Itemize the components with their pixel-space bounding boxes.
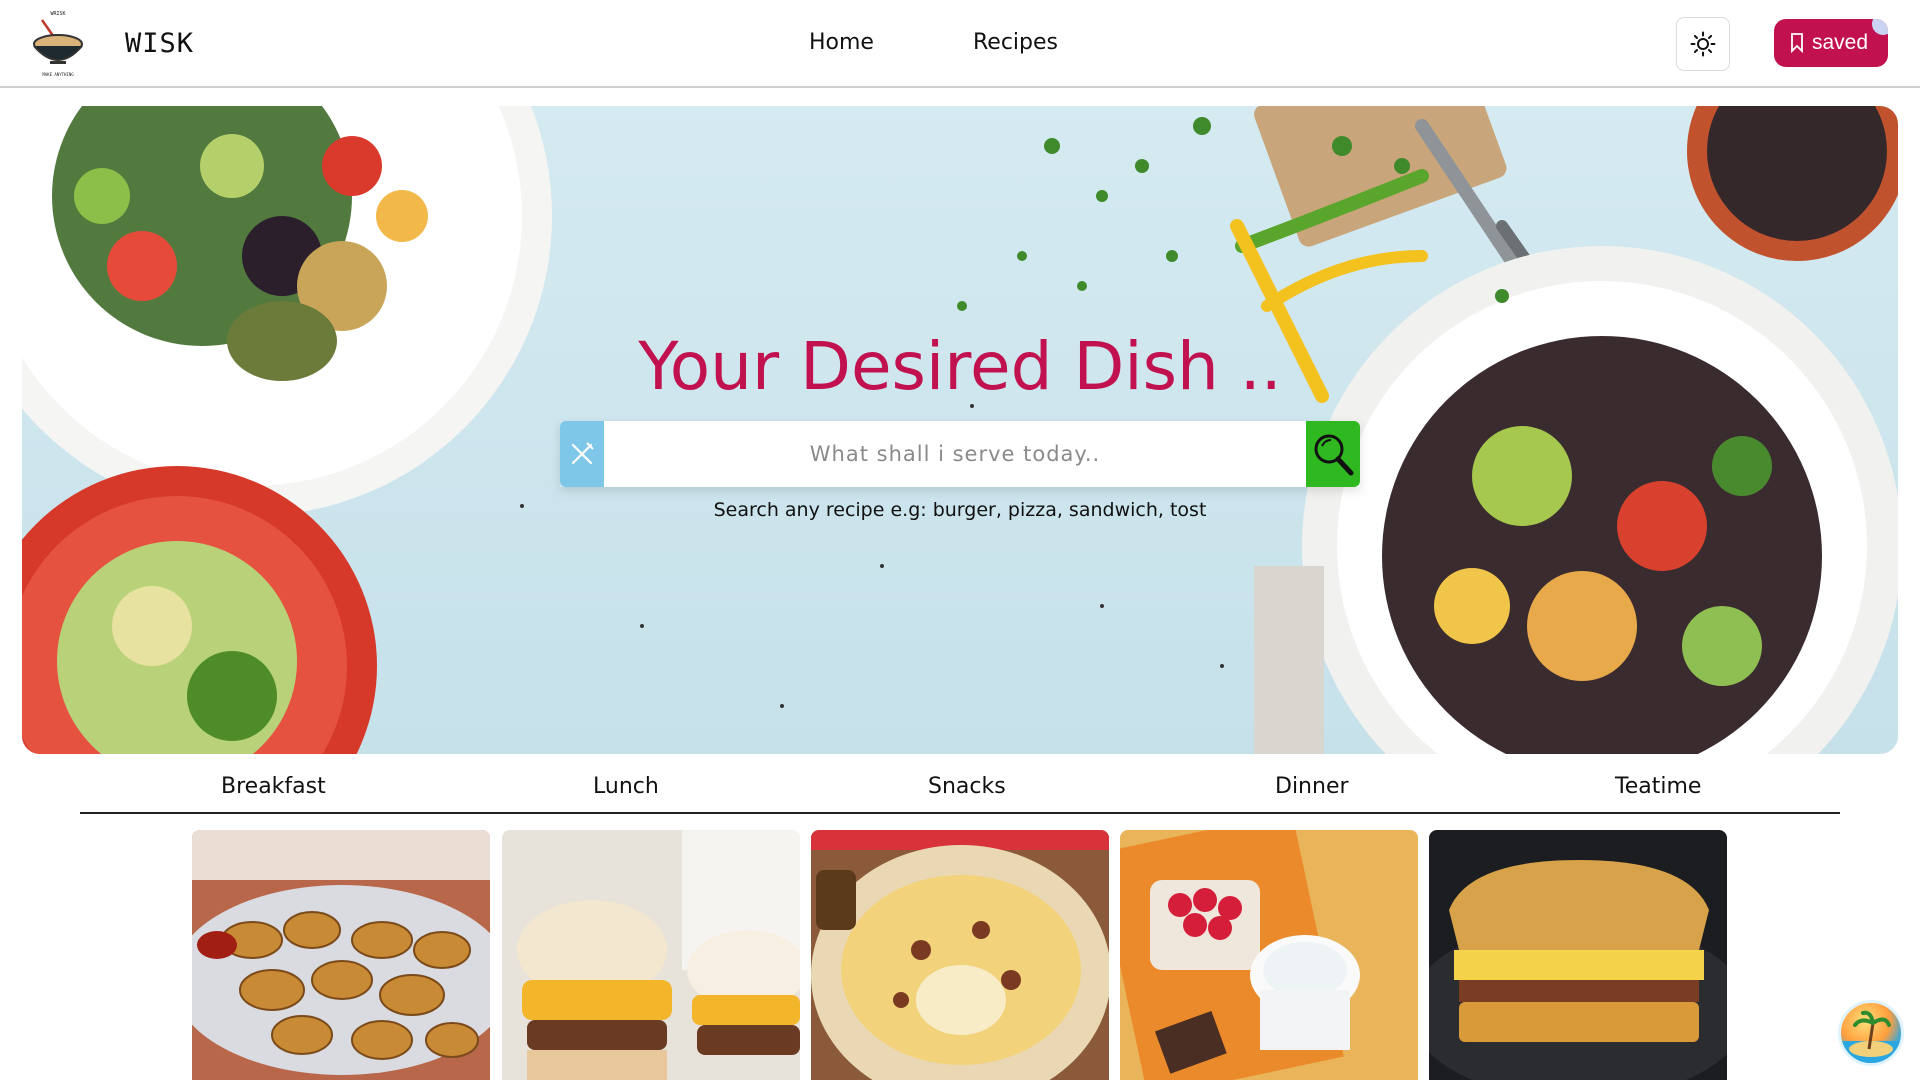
tab-snacks[interactable]: Snacks — [928, 774, 1006, 799]
beach-icon — [1841, 1010, 1901, 1063]
saved-label: saved — [1812, 31, 1869, 54]
recipe-card[interactable] — [192, 830, 490, 1080]
recipe-card[interactable] — [1120, 830, 1418, 1080]
tab-teatime[interactable]: Teatime — [1615, 774, 1701, 799]
hero-banner: Your Desired Dish .. Search any recipe e… — [22, 106, 1898, 754]
recipe-image-grilled-sandwich — [1429, 830, 1727, 1080]
tab-dinner[interactable]: Dinner — [1275, 774, 1349, 799]
hero-title: Your Desired Dish .. — [638, 328, 1282, 405]
search-left-tab — [560, 421, 604, 487]
recipe-search-bar — [560, 421, 1360, 487]
assistant-widget-button[interactable] — [1838, 1000, 1904, 1066]
logo-top-text: WRISK — [50, 11, 65, 17]
recipe-card[interactable] — [502, 830, 800, 1080]
sun-icon — [1690, 31, 1716, 57]
recipe-image-breakfast-sliders — [502, 830, 800, 1080]
nav-recipes-link[interactable]: Recipes — [973, 30, 1058, 55]
logo-bottom-text: MAKE ANYTHING — [42, 72, 74, 77]
nav-home-link[interactable]: Home — [809, 30, 874, 55]
saved-button[interactable]: saved — [1774, 19, 1888, 67]
search-button[interactable] — [1306, 421, 1360, 487]
recipe-image-croissant-rolls — [192, 830, 490, 1080]
theme-toggle-button[interactable] — [1676, 17, 1730, 71]
search-icon — [1314, 434, 1354, 476]
search-input[interactable] — [604, 421, 1306, 487]
brand-name[interactable]: WISK — [125, 28, 194, 59]
category-tabs: Breakfast Lunch Snacks Dinner Teatime — [80, 762, 1840, 814]
recipe-card[interactable] — [811, 830, 1109, 1080]
wisk-logo[interactable]: WRISK MAKE ANYTHING — [28, 8, 88, 80]
tab-lunch[interactable]: Lunch — [593, 774, 659, 799]
recipe-image-breakfast-tortilla — [811, 830, 1109, 1080]
search-hint: Search any recipe e.g: burger, pizza, sa… — [713, 499, 1207, 521]
tab-breakfast[interactable]: Breakfast — [221, 774, 326, 799]
recipe-card[interactable] — [1429, 830, 1727, 1080]
saved-corner-decoration — [1872, 19, 1888, 35]
utensils-icon — [571, 442, 594, 465]
recipe-image-berries-and-yogurt — [1120, 830, 1418, 1080]
bookmark-icon — [1791, 33, 1803, 53]
top-navbar: WRISK MAKE ANYTHING WISK Home Recipes sa… — [0, 0, 1920, 88]
